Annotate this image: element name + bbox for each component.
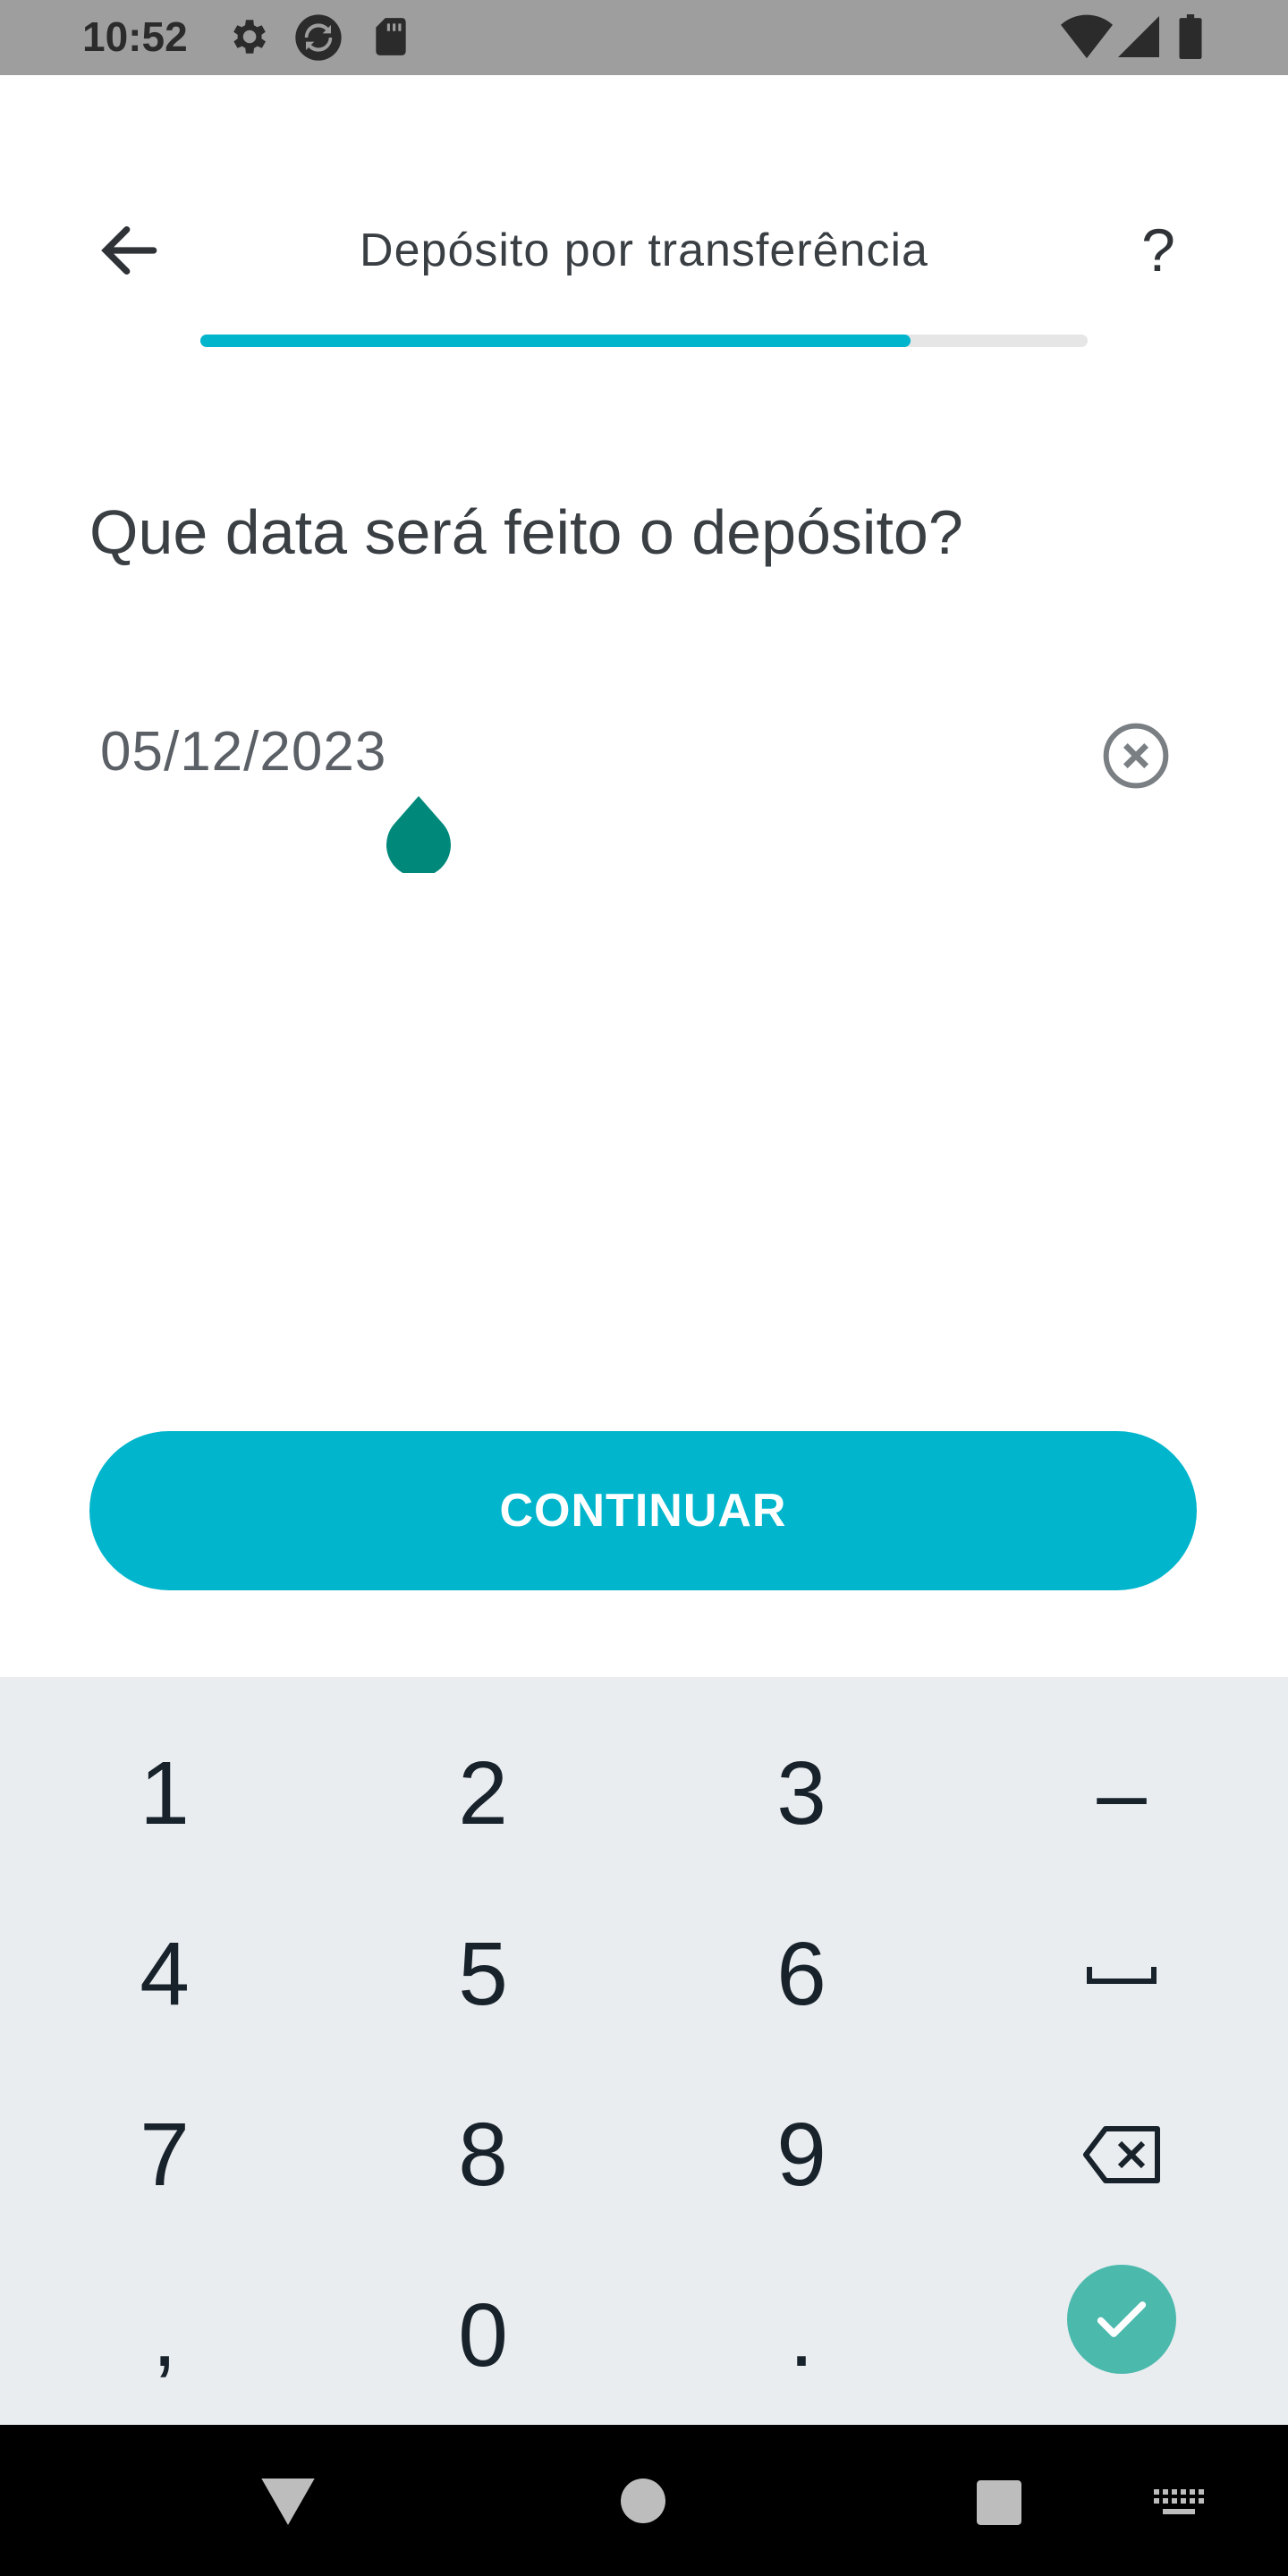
home-circle-icon[interactable] xyxy=(621,2479,665,2523)
key-2[interactable]: 2 xyxy=(322,1704,644,1883)
backspace-icon xyxy=(1083,2126,1160,2183)
navigation-bar xyxy=(0,2425,1288,2576)
key-period[interactable]: . xyxy=(640,2246,962,2425)
progress-bar xyxy=(200,335,1088,347)
key-backspace[interactable] xyxy=(961,2065,1283,2244)
continue-button[interactable]: CONTINUAR xyxy=(89,1431,1197,1590)
wifi-icon xyxy=(1061,14,1113,59)
key-space[interactable] xyxy=(961,1885,1283,2063)
progress-fill xyxy=(200,335,911,347)
checkmark-icon xyxy=(1097,2301,1147,2337)
key-9[interactable]: 9 xyxy=(640,2065,962,2244)
key-7[interactable]: 7 xyxy=(4,2065,326,2244)
key-6[interactable]: 6 xyxy=(640,1885,962,2063)
battery-icon xyxy=(1179,14,1202,59)
sync-icon xyxy=(295,14,342,61)
status-bar: 10:52 xyxy=(0,0,1288,75)
key-dash[interactable]: – xyxy=(961,1704,1283,1883)
text-cursor-handle[interactable] xyxy=(385,796,453,873)
status-time: 10:52 xyxy=(82,13,188,60)
key-5[interactable]: 5 xyxy=(322,1885,644,2063)
sd-card-icon xyxy=(376,18,406,55)
clear-circle-icon xyxy=(1103,723,1169,789)
key-1[interactable]: 1 xyxy=(4,1704,326,1883)
key-comma[interactable]: , xyxy=(4,2246,326,2425)
question-text: Que data será feito o depósito? xyxy=(89,497,963,567)
space-bar-icon xyxy=(1087,1967,1157,1984)
key-0[interactable]: 0 xyxy=(322,2246,644,2425)
enter-key[interactable] xyxy=(1067,2265,1176,2374)
arrow-left-icon xyxy=(101,226,157,275)
help-button[interactable]: ? xyxy=(1118,215,1199,286)
keyboard-switch-icon[interactable] xyxy=(1154,2489,1204,2518)
date-input[interactable]: 05/12/2023 xyxy=(100,720,386,784)
key-3[interactable]: 3 xyxy=(640,1704,962,1883)
page-title: Depósito por transferência xyxy=(360,225,928,276)
back-triangle-icon[interactable] xyxy=(261,2479,315,2525)
back-button[interactable] xyxy=(89,215,170,286)
recents-square-icon[interactable] xyxy=(977,2480,1021,2525)
key-8[interactable]: 8 xyxy=(322,2065,644,2244)
key-4[interactable]: 4 xyxy=(4,1885,326,2063)
gear-icon xyxy=(233,20,266,54)
signal-icon xyxy=(1118,16,1159,57)
clear-button[interactable] xyxy=(1100,720,1172,792)
